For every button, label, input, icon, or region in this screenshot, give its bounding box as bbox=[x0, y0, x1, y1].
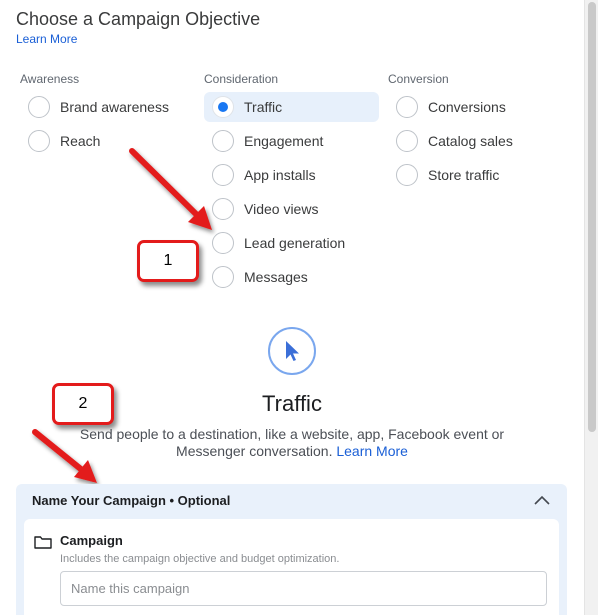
radio-button[interactable] bbox=[396, 96, 418, 118]
option-label: Store traffic bbox=[428, 167, 500, 183]
scrollbar-thumb[interactable] bbox=[588, 2, 596, 432]
radio-button[interactable] bbox=[396, 164, 418, 186]
campaign-name-input[interactable] bbox=[60, 571, 547, 606]
cursor-pointer-icon bbox=[268, 327, 316, 375]
folder-icon bbox=[34, 536, 52, 549]
radio-button[interactable] bbox=[212, 266, 234, 288]
consideration-column: Traffic Engagement App installs Video vi… bbox=[204, 92, 379, 296]
arrow-to-lead-generation bbox=[129, 148, 212, 230]
radio-button[interactable] bbox=[212, 232, 234, 254]
column-header-awareness: Awareness bbox=[20, 72, 80, 86]
campaign-objective-page: Choose a Campaign Objective Learn More A… bbox=[0, 0, 598, 615]
conversion-column: Conversions Catalog sales Store traffic bbox=[388, 92, 560, 194]
option-reach[interactable]: Reach bbox=[20, 126, 192, 156]
chevron-up-icon[interactable] bbox=[533, 493, 551, 507]
radio-dot bbox=[218, 102, 228, 112]
option-label: Reach bbox=[60, 133, 101, 149]
vertical-scrollbar[interactable] bbox=[584, 0, 598, 615]
option-label: Traffic bbox=[244, 99, 283, 115]
option-video-views[interactable]: Video views bbox=[204, 194, 379, 224]
option-app-installs[interactable]: App installs bbox=[204, 160, 379, 190]
option-lead-generation[interactable]: Lead generation bbox=[204, 228, 379, 258]
option-label: App installs bbox=[244, 167, 316, 183]
option-store-traffic[interactable]: Store traffic bbox=[388, 160, 560, 190]
awareness-column: Brand awareness Reach bbox=[20, 92, 192, 160]
option-engagement[interactable]: Engagement bbox=[204, 126, 379, 156]
radio-button[interactable] bbox=[212, 164, 234, 186]
name-campaign-panel: Name Your Campaign • Optional Campaign I… bbox=[16, 484, 567, 615]
option-label: Messages bbox=[244, 269, 308, 285]
option-traffic[interactable]: Traffic bbox=[204, 92, 379, 122]
objective-learn-more-link[interactable]: Learn More bbox=[336, 443, 408, 459]
objective-title: Traffic bbox=[262, 391, 322, 416]
option-label: Lead generation bbox=[244, 235, 346, 251]
learn-more-link[interactable]: Learn More bbox=[16, 32, 77, 46]
radio-button[interactable] bbox=[28, 130, 50, 152]
panel-title: Name Your Campaign • Optional bbox=[32, 493, 231, 508]
option-label: Video views bbox=[244, 201, 319, 217]
page-title: Choose a Campaign Objective bbox=[16, 9, 261, 29]
option-brand-awareness[interactable]: Brand awareness bbox=[20, 92, 192, 122]
option-label: Brand awareness bbox=[60, 99, 169, 115]
campaign-label: Campaign bbox=[60, 533, 123, 548]
column-header-conversion: Conversion bbox=[388, 72, 449, 86]
campaign-card: Campaign Includes the campaign objective… bbox=[24, 519, 559, 615]
column-header-consideration: Consideration bbox=[204, 72, 279, 86]
callout-badge-1: 1 bbox=[137, 240, 199, 282]
option-label: Engagement bbox=[244, 133, 324, 149]
option-messages[interactable]: Messages bbox=[204, 262, 379, 292]
radio-button-selected[interactable] bbox=[212, 96, 234, 118]
radio-button[interactable] bbox=[212, 198, 234, 220]
objective-description-text: Send people to a destination, like a web… bbox=[79, 426, 505, 459]
name-campaign-panel-header[interactable]: Name Your Campaign • Optional bbox=[16, 484, 567, 517]
radio-button[interactable] bbox=[28, 96, 50, 118]
campaign-description: Includes the campaign objective and budg… bbox=[60, 553, 340, 565]
objective-description: Send people to a destination, like a web… bbox=[70, 426, 514, 460]
option-catalog-sales[interactable]: Catalog sales bbox=[388, 126, 560, 156]
option-label: Catalog sales bbox=[428, 133, 513, 149]
radio-button[interactable] bbox=[396, 130, 418, 152]
option-conversions[interactable]: Conversions bbox=[388, 92, 560, 122]
option-label: Conversions bbox=[428, 99, 506, 115]
radio-button[interactable] bbox=[212, 130, 234, 152]
